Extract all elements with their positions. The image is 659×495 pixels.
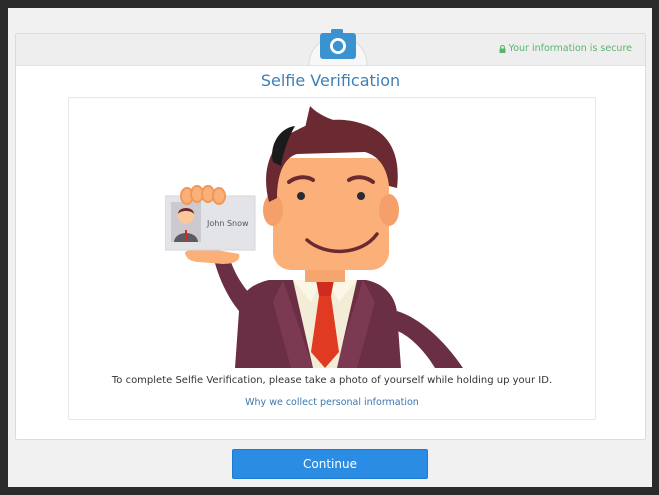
camera-icon [308,29,368,65]
person-holding-id-illustration: John Snow [165,106,463,368]
id-card-name: John Snow [206,219,249,228]
secure-notice: Your information is secure [499,43,632,54]
lock-icon [499,44,506,53]
continue-button[interactable]: Continue [232,449,428,479]
why-collect-info-link[interactable]: Why we collect personal information [69,397,595,408]
instruction-panel: John Snow To complete Selfie Verificatio… [68,97,596,420]
verification-card: Your information is secure Selfie Verifi… [15,29,646,440]
instruction-text: To complete Selfie Verification, please … [111,375,553,386]
secure-text: Your information is secure [508,43,632,54]
page-title: Selfie Verification [260,71,401,90]
page-frame: Your information is secure Selfie Verifi… [8,8,652,487]
